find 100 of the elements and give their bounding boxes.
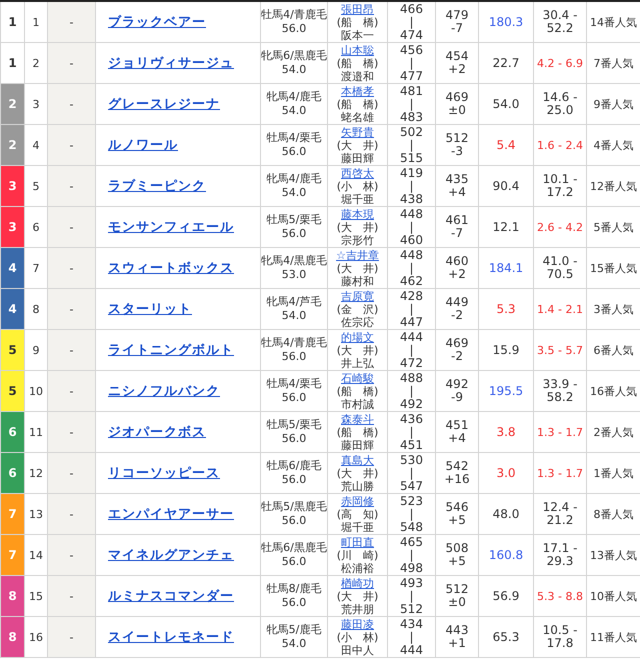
- trainer-text: 宗形竹: [340, 234, 375, 246]
- odds-text: 3.8: [496, 424, 516, 438]
- jockey-link[interactable]: 赤岡修: [328, 494, 386, 508]
- carried-weight-text: 56.0: [280, 227, 308, 241]
- jockey-link[interactable]: 的場文: [328, 330, 386, 344]
- jockey-link[interactable]: 山本聡: [328, 44, 386, 56]
- sex-age-coat-text: 牡馬8/鹿毛: [266, 582, 322, 596]
- weight-high-text: 472: [399, 356, 424, 370]
- weight-separator-text: |: [409, 466, 414, 480]
- sex-age-coat-text: 牡馬5/栗毛: [266, 418, 322, 432]
- odds-range-text: 3.5 - 5.7: [537, 344, 583, 356]
- trainer-text: 堀千亜: [340, 192, 375, 206]
- weight-high-text: 451: [399, 438, 424, 452]
- jockey-link[interactable]: 森泰斗: [328, 412, 386, 426]
- weight-change-text: +5: [447, 555, 467, 568]
- weight-low-text: 465: [399, 536, 424, 548]
- jockey-link[interactable]: 張田昂: [328, 2, 386, 16]
- odds-text: 5.4: [496, 138, 516, 152]
- odds-text: 3.0: [496, 466, 516, 480]
- affiliation-text: (大 井): [336, 466, 380, 480]
- weight-change-text: ±0: [447, 104, 467, 117]
- jockey-link[interactable]: 藤本現: [328, 208, 386, 220]
- frame-number-cell: 6: [0, 412, 24, 452]
- trainer-text: 荒井朋: [340, 602, 375, 616]
- weight-high-text: 460: [399, 234, 424, 246]
- weight-low-text: 466: [399, 2, 424, 16]
- odds-text: 65.3: [492, 630, 520, 644]
- odds-text: 48.0: [492, 506, 520, 520]
- carried-weight-text: 56.0: [280, 350, 308, 364]
- weight-change-text: +4: [447, 432, 467, 445]
- jockey-link[interactable]: 本橋孝: [328, 84, 386, 98]
- affiliation-text: (小 林): [336, 630, 380, 644]
- weight-low-text: 481: [399, 84, 424, 98]
- body-weight-text: 449: [444, 296, 470, 309]
- odds-text: 5.3: [496, 302, 516, 316]
- horse-name-link[interactable]: ルノワール: [108, 138, 178, 152]
- body-weight-text: 469: [444, 91, 470, 104]
- weight-separator-text: |: [408, 384, 415, 398]
- trainer-text: 藤田輝: [340, 152, 375, 164]
- sex-age-coat-text: 牝馬4/芦毛: [266, 295, 322, 309]
- weight-high-text: 447: [399, 316, 424, 328]
- weight-high-text: 462: [399, 274, 424, 288]
- frame-number-cell: 7: [0, 494, 24, 534]
- jockey-link[interactable]: 吉原寛: [328, 290, 386, 302]
- frame-number-cell: 4: [0, 248, 24, 288]
- jockey-link[interactable]: 楢崎功: [328, 576, 386, 590]
- mark-cell: -: [48, 576, 96, 616]
- weight-low-text: 530: [399, 454, 424, 466]
- frame-number-cell: 3: [0, 166, 24, 206]
- weight-change-text: -2: [450, 350, 464, 363]
- sex-age-coat-text: 牡馬6/黒鹿毛: [262, 541, 326, 555]
- body-weight-text: 512: [444, 132, 470, 145]
- weight-high-text: 492: [399, 398, 424, 410]
- weight-low-text: 488: [399, 372, 424, 384]
- weight-separator-text: |: [408, 220, 415, 234]
- jockey-link[interactable]: 町田直: [328, 536, 386, 548]
- weight-high-text: 512: [399, 602, 424, 616]
- affiliation-text: (金 沢): [336, 302, 380, 316]
- body-weight-text: 469: [444, 337, 470, 350]
- sex-age-coat-text: 牡馬4/栗毛: [266, 131, 322, 145]
- weight-change-text: +2: [447, 268, 467, 281]
- jockey-link[interactable]: ☆吉井章: [328, 248, 386, 262]
- body-weight-text: 546: [444, 501, 470, 514]
- odds-range-text: 5.3 - 8.8: [537, 590, 583, 602]
- weight-separator-text: |: [409, 16, 414, 28]
- carried-weight-text: 53.0: [280, 268, 308, 282]
- body-weight-text: 479: [444, 9, 470, 22]
- trainer-text: 渡邉和: [340, 70, 375, 82]
- mark-cell: -: [48, 42, 96, 84]
- jockey-link[interactable]: 石崎駿: [328, 372, 386, 384]
- body-weight-text: 512: [444, 583, 470, 596]
- sex-age-coat-text: 牡馬6/鹿毛: [266, 459, 322, 473]
- mark-cell: -: [48, 166, 96, 206]
- trainer-text: 荒山勝: [340, 480, 375, 492]
- odds-range-text: 17.1 - 29.3: [542, 541, 578, 568]
- mark-cell: -: [48, 206, 96, 248]
- frame-number-cell: 8: [0, 616, 24, 658]
- odds-text: 56.9: [492, 588, 520, 602]
- weight-high-text: 483: [399, 110, 424, 124]
- sex-age-coat-text: 牝馬4/鹿毛: [266, 90, 322, 104]
- odds-range-text: 2.6 - 4.2: [537, 220, 583, 234]
- odds-range-text: 10.5 - 17.8: [542, 623, 578, 650]
- trainer-text: 田中人: [340, 644, 375, 656]
- mark-cell: -: [48, 494, 96, 534]
- jockey-link[interactable]: 西啓太: [328, 166, 386, 180]
- sex-age-coat-text: 牝馬4/鹿毛: [266, 172, 322, 186]
- frame-number-cell: 7: [0, 534, 24, 576]
- jockey-link[interactable]: 真島大: [328, 454, 386, 466]
- jockey-link[interactable]: 矢野貴: [328, 126, 386, 138]
- frame-number-cell: 8: [0, 576, 24, 616]
- mark-cell: -: [48, 616, 96, 658]
- horse-name-link[interactable]: スターリット: [108, 302, 192, 316]
- mark-cell: -: [48, 412, 96, 452]
- weight-change-text: -9: [450, 391, 464, 404]
- jockey-link[interactable]: 藤田凌: [328, 618, 386, 630]
- weight-high-text: 477: [399, 70, 424, 82]
- sex-age-coat-text: 牝馬6/黒鹿毛: [262, 49, 326, 63]
- odds-text: 160.8: [488, 548, 524, 562]
- weight-separator-text: |: [409, 426, 414, 438]
- weight-low-text: 428: [399, 290, 424, 302]
